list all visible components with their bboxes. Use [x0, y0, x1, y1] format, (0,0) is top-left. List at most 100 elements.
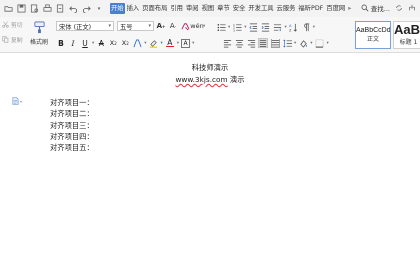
- chevron-down-icon[interactable]: ▾: [228, 25, 230, 30]
- chevron-down-icon[interactable]: ▾: [161, 41, 163, 46]
- tab-page-layout[interactable]: 页面布局: [141, 3, 168, 14]
- tab-overflow-icon[interactable]: ▸: [347, 4, 352, 13]
- search-label: 查找...: [370, 5, 390, 13]
- cut-button[interactable]: 剪切: [2, 20, 28, 29]
- line-spacing-icon[interactable]: [282, 38, 292, 48]
- clear-format-icon[interactable]: [180, 21, 190, 31]
- chevron-down-icon[interactable]: ▾: [310, 41, 312, 46]
- shading-icon[interactable]: [298, 38, 308, 48]
- sort-icon[interactable]: AZ: [289, 22, 299, 32]
- format-painter-button[interactable]: 格式刷: [28, 21, 50, 46]
- list-item: 对齐项目四：: [50, 131, 94, 141]
- tab-home[interactable]: 开始: [110, 3, 125, 14]
- tab-sections[interactable]: 章节: [216, 3, 231, 14]
- print-icon[interactable]: [42, 4, 52, 14]
- char-border-button[interactable]: A: [181, 38, 191, 48]
- aligned-items-list: 对齐项目一： 对齐项目二： 对齐项目三： 对齐项目四： 对齐项目五：: [50, 97, 94, 153]
- chevron-down-icon[interactable]: ▾: [192, 41, 194, 46]
- text-effect-button[interactable]: [132, 38, 142, 48]
- chinese-layout-icon[interactable]: [273, 22, 283, 32]
- align-right-icon[interactable]: [246, 38, 256, 48]
- numbering-icon[interactable]: 123: [232, 22, 242, 32]
- list-item: 对齐项目三：: [50, 120, 94, 130]
- sync-icon[interactable]: [395, 4, 403, 12]
- borders-icon[interactable]: [315, 38, 325, 48]
- subscript-button[interactable]: X2: [120, 38, 130, 48]
- list-item: 对齐项目二：: [50, 109, 94, 119]
- chevron-down-icon[interactable]: ▾: [294, 41, 296, 46]
- document-icon: [12, 97, 19, 105]
- italic-button[interactable]: I: [68, 38, 78, 48]
- search-box[interactable]: 查找...: [361, 3, 390, 13]
- align-left-icon[interactable]: [222, 38, 232, 48]
- format-painter-label: 格式刷: [29, 39, 48, 46]
- list-item: 对齐项目五：: [50, 143, 94, 153]
- distributed-align-icon[interactable]: [270, 38, 280, 48]
- save-icon[interactable]: [16, 4, 26, 14]
- document-link[interactable]: www.3kjs.com: [175, 75, 227, 84]
- font-color-button[interactable]: A: [165, 38, 175, 48]
- chevron-down-icon[interactable]: ▾: [92, 41, 94, 46]
- align-justify-icon[interactable]: [258, 38, 268, 48]
- font-name-select[interactable]: 宋体 (正文) ▾: [56, 21, 114, 31]
- style-heading-1-label: 标题 1: [399, 39, 418, 46]
- chevron-down-icon[interactable]: ▾: [94, 4, 104, 14]
- tab-cloud[interactable]: 云服务: [276, 3, 297, 14]
- chevron-down-icon[interactable]: ▾: [203, 24, 205, 29]
- bullets-icon[interactable]: [216, 22, 226, 32]
- strikethrough-button[interactable]: A: [96, 38, 106, 48]
- undo-icon[interactable]: [68, 4, 78, 14]
- menu-bar: ▾ 开始 插入 页面布局 引用 审阅 视图 章节 安全 开发工具 云服务 福昕P…: [0, 0, 420, 17]
- show-marks-icon[interactable]: [301, 22, 311, 32]
- style-normal-sample: AaBbCcDd: [356, 27, 390, 34]
- font-size-value: 五号: [120, 23, 133, 31]
- font-group-row2: B I U ▾ A X2 X2 ▾ ▾ A ▾ A ▾: [56, 38, 196, 48]
- ribbon-tabs: 开始 插入 页面布局 引用 审阅 视图 章节 安全 开发工具 云服务 福昕PDF…: [110, 3, 353, 14]
- tab-review[interactable]: 审阅: [185, 3, 200, 14]
- export-pdf-icon[interactable]: [55, 4, 65, 14]
- chevron-down-icon[interactable]: ▾: [313, 25, 315, 30]
- tab-insert[interactable]: 插入: [126, 3, 141, 14]
- chevron-down-icon: ▾: [108, 23, 111, 29]
- chevron-down-icon[interactable]: ▾: [285, 25, 287, 30]
- paragraph-handle[interactable]: ▾: [12, 97, 22, 105]
- print-preview-icon[interactable]: [29, 4, 39, 14]
- document-subtitle-suffix: 演示: [227, 75, 245, 84]
- clipboard-group: 剪切 复制: [2, 17, 28, 44]
- document-canvas[interactable]: [0, 54, 420, 280]
- grow-font-icon[interactable]: A +: [156, 21, 166, 31]
- tab-developer[interactable]: 开发工具: [247, 3, 274, 14]
- share-icon[interactable]: [408, 4, 416, 12]
- chevron-down-icon[interactable]: ▾: [327, 41, 329, 46]
- chevron-down-icon[interactable]: ▾: [177, 41, 179, 46]
- font-size-select[interactable]: 五号 ▾: [117, 21, 154, 31]
- superscript-button[interactable]: X2: [108, 38, 118, 48]
- chevron-down-icon[interactable]: ▾: [144, 41, 146, 46]
- underline-button[interactable]: U: [80, 38, 90, 48]
- redo-icon[interactable]: [81, 4, 91, 14]
- decrease-indent-icon[interactable]: [249, 22, 259, 32]
- increase-indent-icon[interactable]: [261, 22, 271, 32]
- folder-icon[interactable]: [3, 4, 13, 14]
- bold-button[interactable]: B: [56, 38, 66, 48]
- highlight-color-button[interactable]: [149, 38, 159, 48]
- shrink-font-icon[interactable]: A-: [168, 21, 178, 31]
- svg-text:A: A: [289, 24, 292, 28]
- tab-baidu[interactable]: 百度网: [325, 3, 346, 14]
- tab-security[interactable]: 安全: [232, 3, 247, 14]
- style-normal[interactable]: AaBbCcDd 正文: [355, 21, 391, 49]
- tab-foxit-pdf[interactable]: 福昕PDF: [297, 3, 324, 14]
- tab-view[interactable]: 视图: [201, 3, 216, 14]
- style-heading-1[interactable]: AaBb 标题 1: [393, 21, 420, 49]
- chevron-down-icon[interactable]: ▾: [244, 25, 246, 30]
- align-center-icon[interactable]: [234, 38, 244, 48]
- svg-text:3: 3: [233, 28, 235, 32]
- phonetic-guide-icon[interactable]: wén: [190, 21, 203, 31]
- copy-button[interactable]: 复制: [2, 35, 28, 44]
- paragraph-group-row2: ▾ ▾ ▾: [222, 38, 331, 48]
- font-group-row1: 宋体 (正文) ▾ 五号 ▾ A + A- wén ▾: [56, 21, 207, 31]
- document-subtitle: www.3kjs.com 演示: [0, 75, 420, 85]
- tab-references[interactable]: 引用: [169, 3, 184, 14]
- paragraph-group-row1: ▾ 123 ▾ ▾ AZ ▾: [216, 22, 317, 32]
- chevron-down-icon: ▾: [20, 98, 23, 104]
